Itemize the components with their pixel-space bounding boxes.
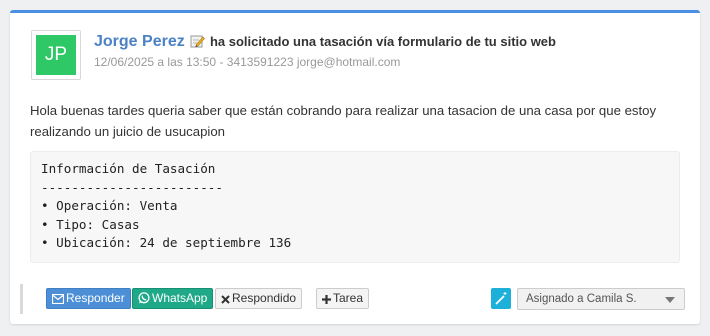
note-pencil-icon [190, 34, 206, 48]
details-separator: ------------------------ [41, 179, 223, 195]
avatar: JP [36, 35, 76, 75]
lead-message: Hola buenas tardes queria saber que está… [30, 103, 657, 139]
lead-meta: 12/06/2025 a las 13:50 - 3413591223 jorg… [94, 55, 401, 69]
action-bar: Responder WhatsApp Respondido Tarea Asig… [20, 284, 688, 314]
details-item-tipo: • Tipo: Casas [41, 216, 140, 232]
caret-down-icon [665, 297, 675, 303]
lead-action-text: ha solicitado una tasación vía formulari… [209, 34, 556, 49]
avatar-frame: JP [31, 30, 81, 80]
details-item-ubicacion: • Ubicación: 24 de septiembre 136 [41, 235, 292, 250]
lead-header: Jorge Perez ha solicitado una tasación v… [94, 33, 556, 51]
author-name[interactable]: Jorge Perez [94, 33, 185, 50]
details-item-operacion: • Operación: Venta [41, 198, 178, 213]
assignee-value: Asignado a Camila S. [526, 293, 637, 305]
task-label: Tarea [333, 291, 364, 305]
assignee-select[interactable]: Asignado a Camila S. [517, 288, 685, 310]
reply-label: Responder [66, 291, 125, 305]
magic-wand-icon [495, 292, 507, 305]
details-title: Información de Tasación [41, 161, 216, 176]
whatsapp-icon [138, 292, 150, 304]
whatsapp-button[interactable]: WhatsApp [132, 288, 214, 309]
task-button[interactable]: Tarea [316, 288, 370, 309]
envelope-icon [51, 293, 65, 305]
answered-button[interactable]: Respondido [215, 288, 303, 309]
answered-label: Respondido [232, 291, 297, 305]
whatsapp-label: WhatsApp [152, 291, 208, 305]
reply-button[interactable]: Responder [46, 288, 131, 309]
plus-icon [322, 295, 331, 304]
tasacion-details: Información de Tasación -----------------… [30, 151, 680, 263]
x-mark-icon [221, 295, 230, 304]
lead-card: JP Jorge Perez ha solicitado una tasació… [10, 10, 700, 324]
magic-wand-button[interactable] [491, 288, 511, 309]
